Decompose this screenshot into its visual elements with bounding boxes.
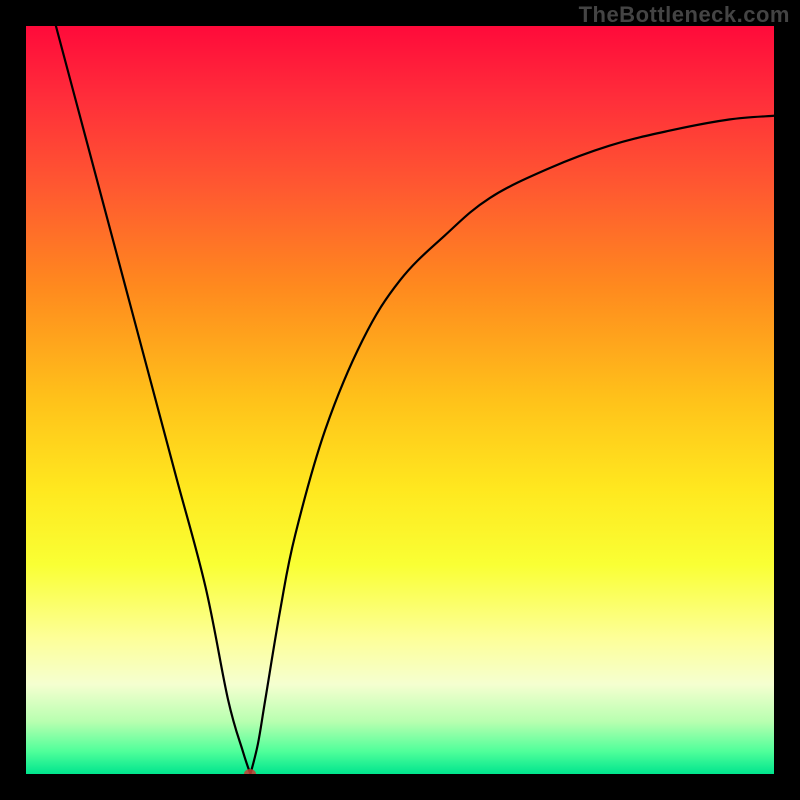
plot-area: [26, 26, 774, 774]
curve-left-branch: [56, 26, 250, 774]
minimum-marker-dot: [244, 769, 256, 774]
watermark-text: TheBottleneck.com: [579, 2, 790, 28]
curve-right-branch: [250, 116, 774, 774]
curve-layer: [26, 26, 774, 774]
chart-frame: TheBottleneck.com: [0, 0, 800, 800]
